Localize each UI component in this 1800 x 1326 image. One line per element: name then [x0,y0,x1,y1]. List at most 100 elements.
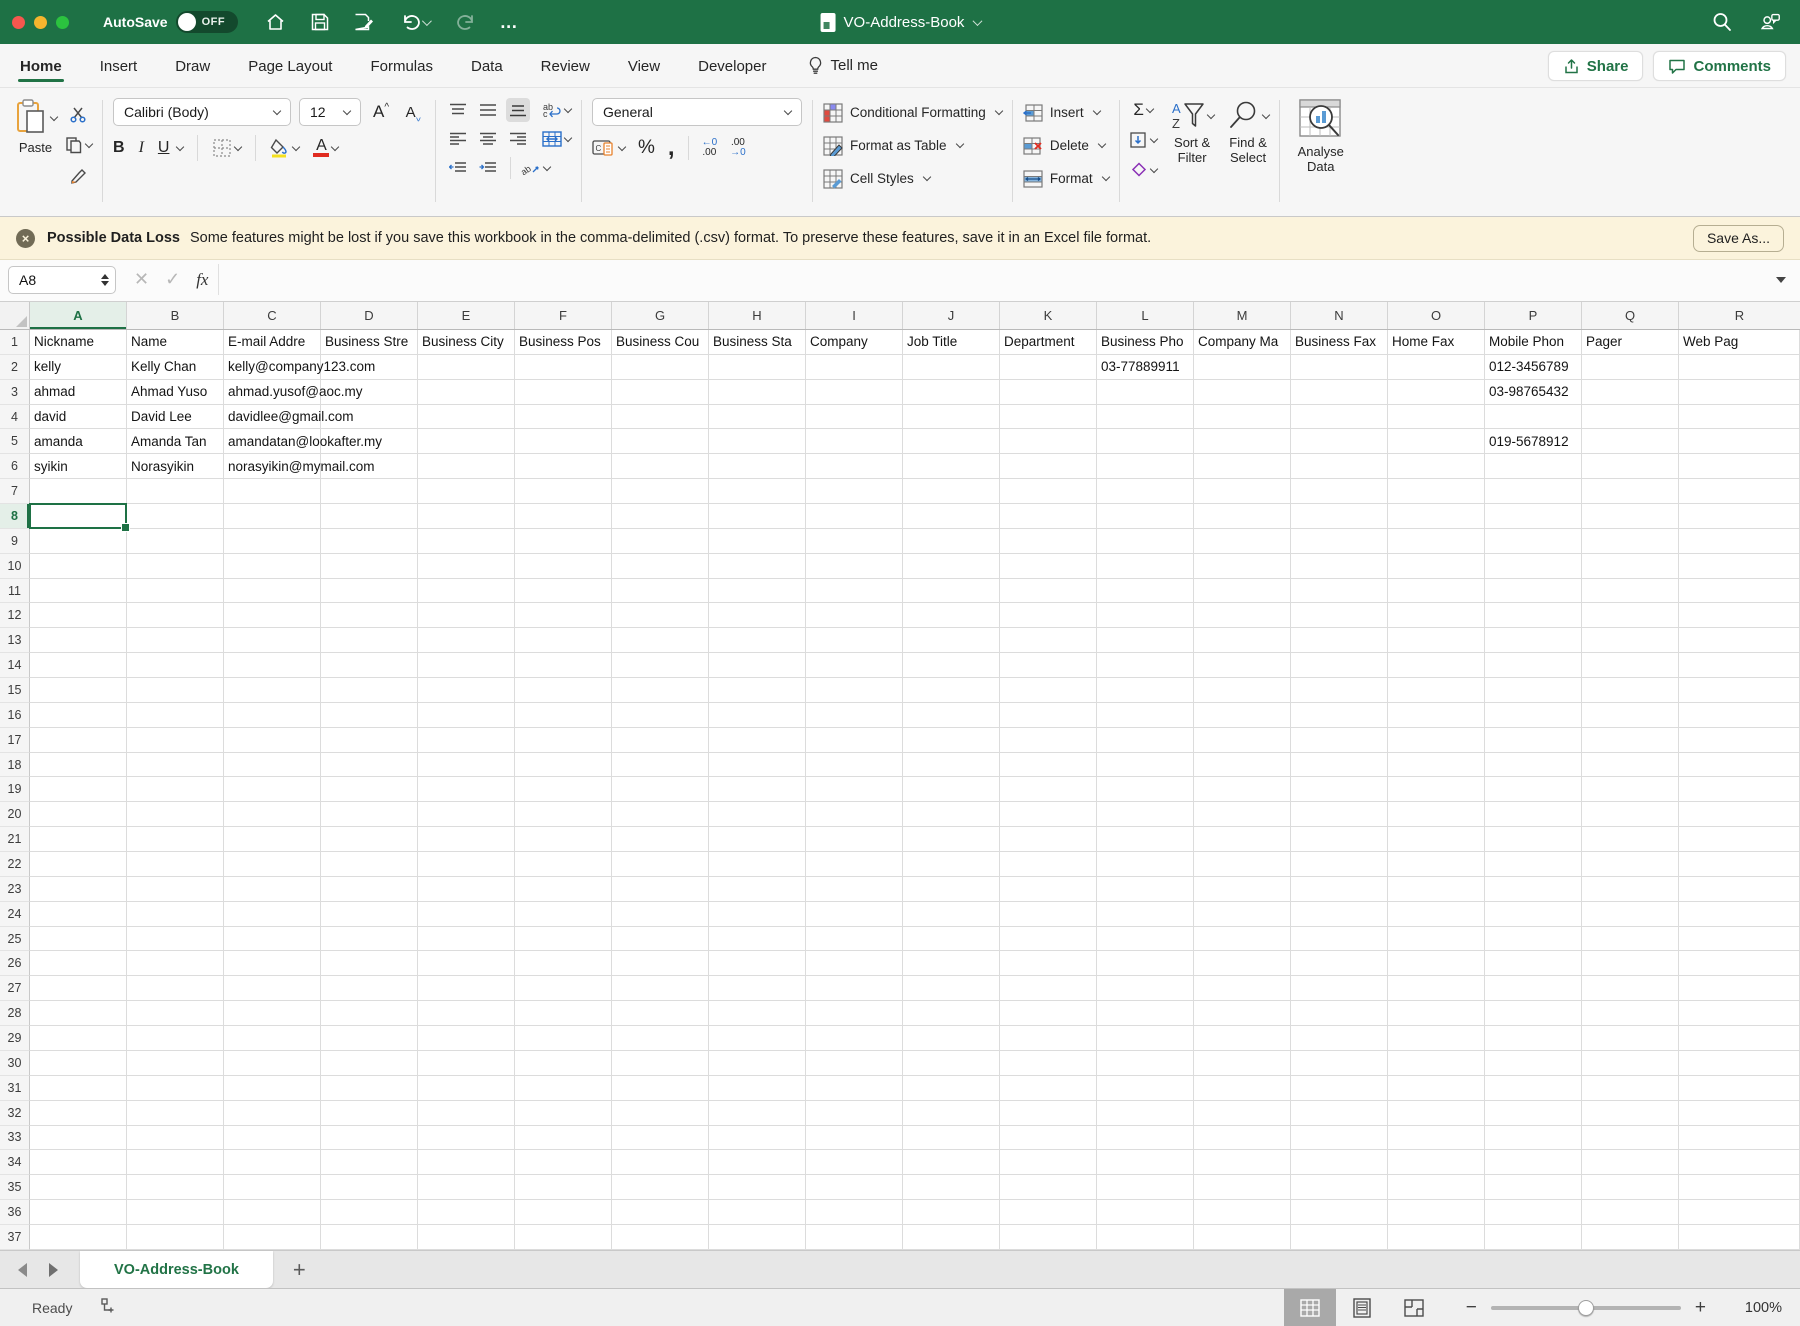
tab-insert[interactable]: Insert [98,47,140,84]
cell-P26[interactable] [1485,951,1582,976]
cell-K1[interactable]: Department [1000,330,1097,355]
row-header-5[interactable]: 5 [0,429,30,454]
name-box-stepper[interactable] [101,274,109,286]
cell-B37[interactable] [127,1225,224,1250]
row-header-31[interactable]: 31 [0,1076,30,1101]
cell-R6[interactable] [1679,454,1800,479]
cell-D27[interactable] [321,976,418,1001]
cell-P24[interactable] [1485,902,1582,927]
cell-O4[interactable] [1388,405,1485,430]
cell-J33[interactable] [903,1126,1000,1151]
cell-F8[interactable] [515,504,612,529]
cell-N1[interactable]: Business Fax [1291,330,1388,355]
cell-I11[interactable] [806,579,903,604]
cell-F36[interactable] [515,1200,612,1225]
column-header-N[interactable]: N [1291,302,1388,329]
cell-G30[interactable] [612,1051,709,1076]
cell-F17[interactable] [515,728,612,753]
cell-E5[interactable] [418,429,515,454]
cell-J24[interactable] [903,902,1000,927]
cell-M10[interactable] [1194,554,1291,579]
cell-R10[interactable] [1679,554,1800,579]
cell-O25[interactable] [1388,927,1485,952]
cell-A33[interactable] [30,1126,127,1151]
cell-M31[interactable] [1194,1076,1291,1101]
cell-P17[interactable] [1485,728,1582,753]
cell-D16[interactable] [321,703,418,728]
cell-E16[interactable] [418,703,515,728]
cell-B6[interactable]: Norasyikin [127,454,224,479]
cell-H3[interactable] [709,380,806,405]
cell-N37[interactable] [1291,1225,1388,1250]
cell-I10[interactable] [806,554,903,579]
cell-G3[interactable] [612,380,709,405]
cell-N22[interactable] [1291,852,1388,877]
cell-D10[interactable] [321,554,418,579]
cell-B13[interactable] [127,628,224,653]
cell-M6[interactable] [1194,454,1291,479]
cell-Q27[interactable] [1582,976,1679,1001]
cell-N8[interactable] [1291,504,1388,529]
increase-indent-button[interactable] [476,156,500,180]
row-header-3[interactable]: 3 [0,380,30,405]
row-header-34[interactable]: 34 [0,1150,30,1175]
cell-D19[interactable] [321,777,418,802]
cell-B23[interactable] [127,877,224,902]
cell-N10[interactable] [1291,554,1388,579]
cell-E27[interactable] [418,976,515,1001]
cell-D31[interactable] [321,1076,418,1101]
cell-L5[interactable] [1097,429,1194,454]
cell-Q11[interactable] [1582,579,1679,604]
cell-L36[interactable] [1097,1200,1194,1225]
cell-C33[interactable] [224,1126,321,1151]
cell-C2[interactable]: kelly@company123.com [224,355,321,380]
cell-K15[interactable] [1000,678,1097,703]
row-header-11[interactable]: 11 [0,579,30,604]
cell-E7[interactable] [418,479,515,504]
cell-C18[interactable] [224,753,321,778]
cell-J7[interactable] [903,479,1000,504]
cell-A35[interactable] [30,1175,127,1200]
cell-E15[interactable] [418,678,515,703]
cell-M8[interactable] [1194,504,1291,529]
cell-D15[interactable] [321,678,418,703]
cell-D9[interactable] [321,529,418,554]
cell-Q25[interactable] [1582,927,1679,952]
cell-A36[interactable] [30,1200,127,1225]
cell-G35[interactable] [612,1175,709,1200]
cell-H18[interactable] [709,753,806,778]
cell-Q30[interactable] [1582,1051,1679,1076]
cell-B28[interactable] [127,1001,224,1026]
decrease-font-size-button[interactable]: A^ [401,100,425,124]
cell-J25[interactable] [903,927,1000,952]
cell-H9[interactable] [709,529,806,554]
cell-A25[interactable] [30,927,127,952]
cell-N15[interactable] [1291,678,1388,703]
cell-E29[interactable] [418,1026,515,1051]
cell-M34[interactable] [1194,1150,1291,1175]
cell-J5[interactable] [903,429,1000,454]
cell-I31[interactable] [806,1076,903,1101]
column-header-R[interactable]: R [1679,302,1800,329]
cell-I28[interactable] [806,1001,903,1026]
cell-G11[interactable] [612,579,709,604]
cell-P29[interactable] [1485,1026,1582,1051]
cell-G25[interactable] [612,927,709,952]
cell-G2[interactable] [612,355,709,380]
cell-K29[interactable] [1000,1026,1097,1051]
format-cells-button[interactable]: Format [1023,164,1109,193]
undo-button[interactable] [396,10,434,34]
cell-L37[interactable] [1097,1225,1194,1250]
cell-L3[interactable] [1097,380,1194,405]
cell-C22[interactable] [224,852,321,877]
cell-C37[interactable] [224,1225,321,1250]
cell-I24[interactable] [806,902,903,927]
cell-F1[interactable]: Business Pos [515,330,612,355]
cell-E14[interactable] [418,653,515,678]
cell-F31[interactable] [515,1076,612,1101]
cell-A27[interactable] [30,976,127,1001]
cell-F32[interactable] [515,1101,612,1126]
cell-E37[interactable] [418,1225,515,1250]
cell-L26[interactable] [1097,951,1194,976]
cell-K32[interactable] [1000,1101,1097,1126]
